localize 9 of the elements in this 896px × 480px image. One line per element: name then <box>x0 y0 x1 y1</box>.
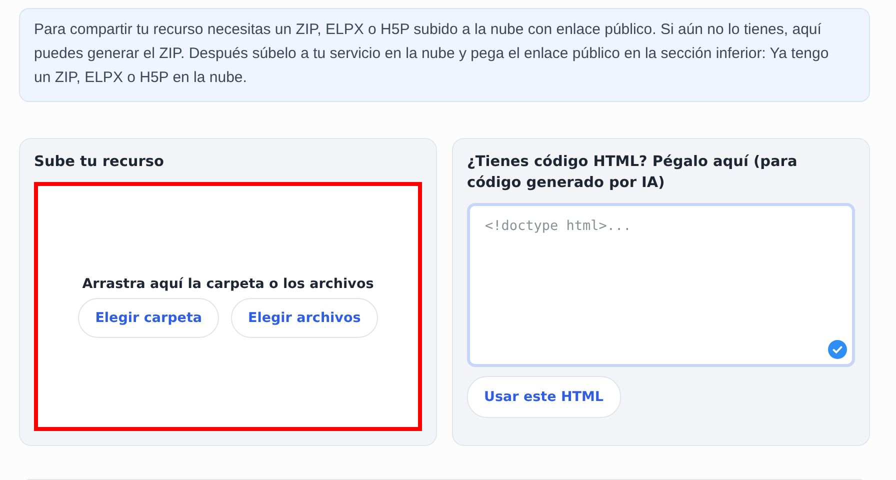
drop-instruction: Arrastra aquí la carpeta o los archivos <box>82 276 374 292</box>
use-html-button[interactable]: Usar este HTML <box>467 376 621 418</box>
info-notice: Para compartir tu recurso necesitas un ZIP, ELPX o H5P subido a la nube con enlace público. Si aún no lo tienes, aquí puedes generar el ZIP. Después súbelo a tu servicio en la nube y pega el enlace público en la sección inferior: Ya tengo un ZIP, ELPX o H5P en la nube. <box>19 8 870 102</box>
card-title: Sube tu recurso <box>34 153 165 172</box>
choose-button[interactable]: Elegir archivos <box>231 298 378 338</box>
html-input-field[interactable]: <!doctype html>... <box>467 203 855 367</box>
drop-zone[interactable]: Arrastra aquí la carpeta o los archivos Elegir carpeta Elegir archivos <box>34 182 422 431</box>
choose-button[interactable]: Elegir carpeta <box>78 298 220 338</box>
card-title: ¿Tienes código HTML? Pégalo aquí (para código generado por IA) <box>467 153 798 193</box>
